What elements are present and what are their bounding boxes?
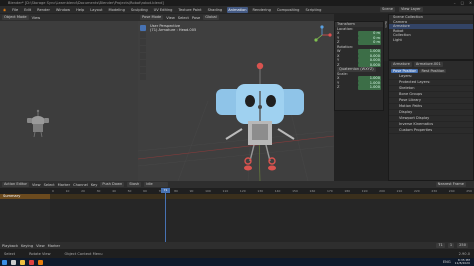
menu-file[interactable]: File [11, 8, 19, 12]
playback-marker-menu[interactable]: Marker [48, 244, 60, 248]
stash-button[interactable]: Stash [127, 182, 142, 187]
orientation-dropdown[interactable]: Global [203, 15, 219, 20]
timeline-view-menu[interactable]: View [32, 183, 41, 187]
channel-list: Summary [0, 194, 50, 242]
view-layer-dropdown[interactable]: View Layer [398, 7, 423, 12]
summary-channel[interactable]: Summary [0, 194, 50, 199]
main-view-menu[interactable]: View [166, 16, 175, 20]
current-frame-badge[interactable]: 71 [161, 188, 170, 193]
pose-mode-dropdown[interactable]: Pose Mode [140, 15, 164, 20]
action-name-field[interactable]: idle [144, 182, 169, 187]
end-frame-field[interactable]: 250 [457, 243, 468, 248]
section-custom-properties[interactable]: Custom Properties [389, 128, 473, 134]
pose-position-button[interactable]: Pose Position [391, 68, 419, 73]
os-taskbar: ENG 8:35 PM 11/8/2020 [0, 258, 474, 266]
action-editor-header: Action Editor View Select Marker Channel… [0, 181, 474, 188]
tab-rendering[interactable]: Rendering [252, 7, 272, 13]
outliner: Scene Collection Camera Armature Robot C… [388, 14, 474, 60]
keying-menu[interactable]: Keying [21, 244, 33, 248]
playhead-line[interactable] [165, 188, 166, 242]
status-bar: Select Rotate View Object Context Menu 2… [0, 249, 474, 258]
menu-edit[interactable]: Edit [23, 8, 32, 12]
timeline-marker-menu[interactable]: Marker [58, 183, 70, 187]
navigation-gizmo-icon[interactable] [312, 25, 332, 45]
snapping-dropdown[interactable]: Nearest Frame [435, 182, 466, 187]
menu-render[interactable]: Render [36, 8, 51, 12]
left-viewport[interactable] [0, 21, 138, 181]
blender-logo-icon[interactable]: ◉ [2, 8, 7, 12]
file-explorer-icon[interactable] [20, 259, 25, 265]
summary-track [50, 194, 474, 199]
status-context: Object Context Menu [64, 251, 103, 256]
scene-dropdown[interactable]: Scene [380, 7, 395, 12]
push-down-button[interactable]: Push Down [100, 182, 125, 187]
location-x-field[interactable]: 0 m [358, 31, 381, 36]
main-viewport[interactable]: User Perspective (71) Armature : Head.00… [138, 21, 334, 181]
tab-shading[interactable]: Shading [207, 7, 224, 13]
window-title: Blender* [D:\Storage Sync\Learnblend\Doc… [8, 1, 164, 5]
main-pose-menu[interactable]: Pose [192, 16, 200, 20]
status-select: Select [4, 251, 16, 256]
editor-type-dropdown[interactable]: Action Editor [2, 182, 30, 187]
playback-menu[interactable]: Playback [2, 244, 18, 248]
left-robot-render [27, 109, 49, 138]
main-viewport-header: Pose Mode View Select Pose Global [138, 14, 334, 21]
tab-compositing[interactable]: Compositing [276, 7, 301, 13]
dopesheet-area[interactable]: Summary 71 [0, 188, 474, 242]
timeline-key-menu[interactable]: Key [91, 183, 98, 187]
properties-editor: Armature Armature.001 Pose Position Rest… [388, 60, 474, 181]
current-frame-field[interactable]: 71 [436, 243, 445, 248]
language-indicator: ENG [442, 260, 451, 264]
scale-z-field[interactable]: 1.000 [358, 85, 381, 90]
left-mode-dropdown[interactable]: Object Mode [2, 15, 29, 20]
timeline-select-menu[interactable]: Select [44, 183, 55, 187]
main-select-menu[interactable]: Select [178, 16, 189, 20]
outliner-item-light[interactable]: Light [389, 38, 473, 43]
search-icon[interactable] [11, 259, 16, 265]
menu-window[interactable]: Window [55, 8, 71, 12]
playback-view-menu[interactable]: View [36, 244, 45, 248]
location-z-field[interactable]: 0 m [358, 40, 381, 45]
left-viewport-header: Object Mode View [0, 14, 138, 21]
clock-date: 11/8/2020 [454, 261, 470, 265]
start-frame-field[interactable]: 1 [447, 243, 455, 248]
tab-animation[interactable]: Animation [227, 6, 248, 13]
scene-selectors: Scene View Layer [380, 7, 423, 12]
scale-x-field[interactable]: 1.000 [358, 76, 381, 81]
left-view-menu[interactable]: View [32, 16, 41, 20]
tab-layout[interactable]: Layout [89, 7, 103, 13]
object-name-field[interactable]: Armature [391, 62, 412, 67]
tab-uv-editing[interactable]: UV Editing [153, 7, 174, 13]
status-rotate: Rotate View [29, 251, 51, 256]
sidebar-npanel: Transform Location: X0 m Y0 m Z0 m Rotat… [334, 21, 384, 111]
rotation-w-field[interactable]: 1.000 [358, 49, 381, 54]
data-name-field[interactable]: Armature.001 [413, 62, 443, 67]
blender-taskbar-icon[interactable] [38, 259, 43, 265]
status-version: 2.90.0 [458, 251, 470, 256]
menu-help[interactable]: Help [75, 8, 85, 12]
robot-scene [138, 62, 334, 181]
tab-scripting[interactable]: Scripting [304, 7, 322, 13]
timeline-channel-menu[interactable]: Channel [73, 183, 88, 187]
tab-texture-paint[interactable]: Texture Paint [177, 7, 202, 13]
axis-label: Z [337, 85, 340, 89]
rotation-y-field[interactable]: 0.000 [358, 58, 381, 63]
browser-icon[interactable] [29, 259, 34, 265]
rest-position-button[interactable]: Rest Position [419, 68, 447, 73]
clock: 8:35 PM 11/8/2020 [454, 258, 470, 266]
tab-modeling[interactable]: Modeling [108, 7, 126, 13]
tab-sculpting[interactable]: Sculpting [130, 7, 149, 13]
scale-z-row: Z 1.000 [335, 85, 383, 90]
playback-bar: Playback Keying View Marker 71 1 250 [0, 242, 474, 249]
windows-start-icon[interactable] [2, 259, 7, 265]
